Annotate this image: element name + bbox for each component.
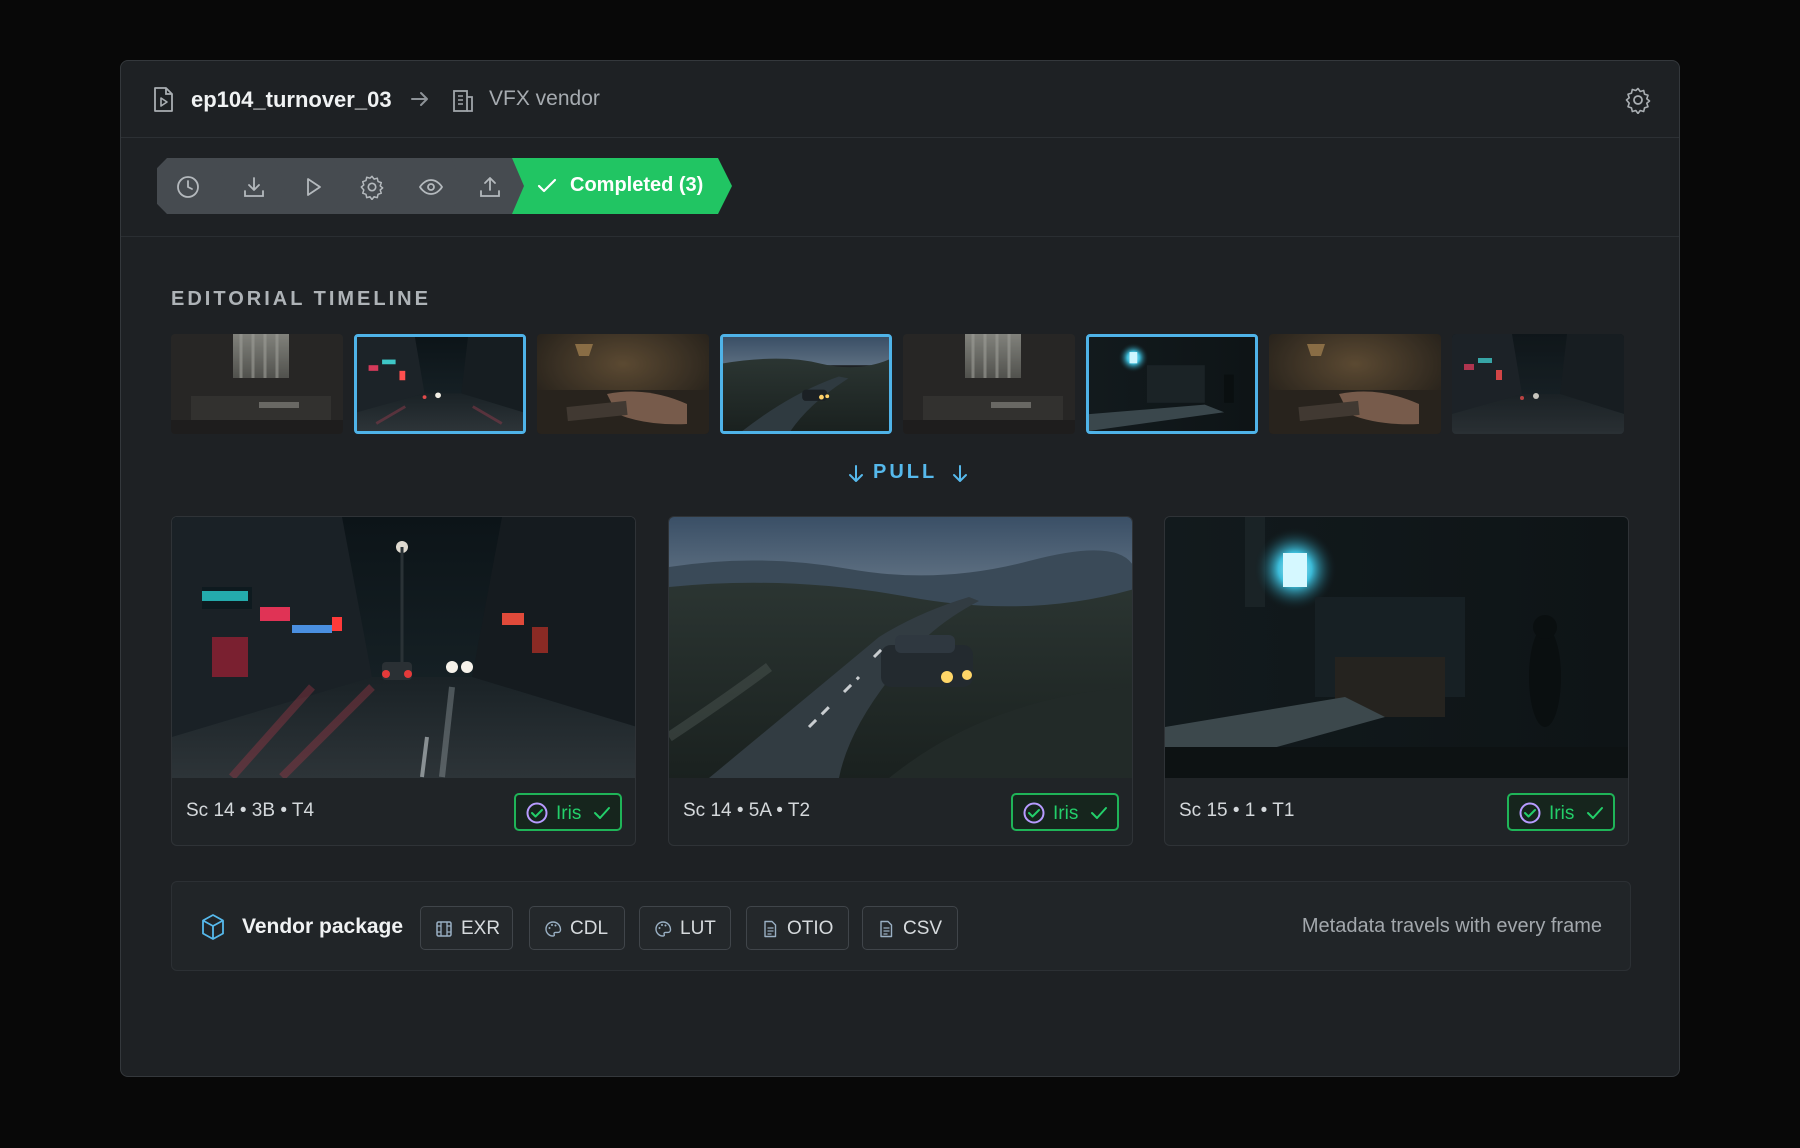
format-chip-cdl[interactable]: CDL [529,906,625,950]
format-label: CSV [903,918,943,939]
file-name[interactable]: ep104_turnover_03 [191,87,392,113]
format-chip-otio[interactable]: OTIO [746,906,849,950]
format-label: CDL [570,918,609,939]
gear-icon [360,175,384,200]
gear-icon[interactable] [1624,86,1652,114]
package-note: Metadata travels with every frame [1301,915,1602,937]
upload-icon [480,177,500,197]
check-icon [1587,807,1603,819]
approval-badge[interactable]: Iris [1507,793,1615,831]
palette-icon [655,921,672,937]
iris-icon [526,802,548,824]
shot-thumbnail [669,517,1132,778]
badge-label: Iris [1053,803,1079,824]
check-icon [594,807,610,819]
approval-badge[interactable]: Iris [514,793,622,831]
palette-icon [545,921,562,937]
badge-label: Iris [1549,803,1575,824]
pull-indicator[interactable]: PULL [841,459,971,489]
play-icon [307,178,321,196]
shot-card[interactable]: Sc 15 • 1 • T1 Iris [1164,516,1629,846]
format-label: LUT [680,918,716,939]
pipeline-stepper: Completed (3) [157,158,757,214]
timeline-thumbnail[interactable] [1452,334,1624,434]
timeline-thumbnail[interactable] [720,334,892,434]
format-chip-csv[interactable]: CSV [862,906,958,950]
editorial-timeline [171,334,1631,434]
top-bar: ep104_turnover_03 VFX vendor [121,61,1679,138]
arrow-down-icon [849,465,863,482]
check-icon [537,178,557,193]
iris-icon [1023,802,1045,824]
building-icon [453,90,473,112]
shot-card[interactable]: Sc 14 • 5A • T2 Iris [668,516,1133,846]
download-icon [244,177,264,197]
pulled-shots: Sc 14 • 3B • T4 Iris Sc 14 • 5A • T2 Iri… [171,516,1631,846]
timeline-thumbnail[interactable] [903,334,1075,434]
clock-icon [177,176,199,198]
format-chip-exr[interactable]: EXR [420,906,513,950]
format-label: EXR [461,918,501,939]
timeline-thumbnail[interactable] [354,334,526,434]
timeline-thumbnail[interactable] [171,334,343,434]
shot-label: Sc 14 • 3B • T4 [186,800,315,821]
pull-label: PULL [873,461,938,483]
completed-label: Completed (3) [570,174,704,196]
package-icon [202,914,224,940]
format-label: OTIO [787,918,834,939]
badge-label: Iris [556,803,582,824]
shot-thumbnail [1165,517,1628,778]
turnover-panel: ep104_turnover_03 VFX vendor Completed (… [120,60,1680,1077]
vendor-package-bar: Vendor package EXR CDL LUT OTIO CSV Meta… [171,881,1631,971]
arrow-right-icon [411,92,428,106]
arrow-down-icon [953,465,967,482]
iris-icon [1519,802,1541,824]
document-icon [764,920,777,938]
shot-label: Sc 15 • 1 • T1 [1179,800,1295,821]
section-title: EDITORIAL TIMELINE [171,288,431,310]
package-title: Vendor package [242,915,404,938]
approval-badge[interactable]: Iris [1011,793,1119,831]
timeline-thumbnail[interactable] [1086,334,1258,434]
format-chip-lut[interactable]: LUT [639,906,731,950]
timeline-thumbnail[interactable] [1269,334,1441,434]
shot-card[interactable]: Sc 14 • 3B • T4 Iris [171,516,636,846]
timeline-thumbnail[interactable] [537,334,709,434]
file-play-icon [154,87,173,112]
pipeline-stepbar: Completed (3) [121,138,1679,237]
shot-thumbnail [172,517,635,778]
check-icon [1091,807,1107,819]
document-icon [880,920,893,938]
film-icon [436,921,452,937]
step-completed[interactable]: Completed (3) [512,158,732,214]
shot-label: Sc 14 • 5A • T2 [683,800,811,821]
eye-icon [419,179,443,195]
destination-name: VFX vendor [489,87,600,110]
